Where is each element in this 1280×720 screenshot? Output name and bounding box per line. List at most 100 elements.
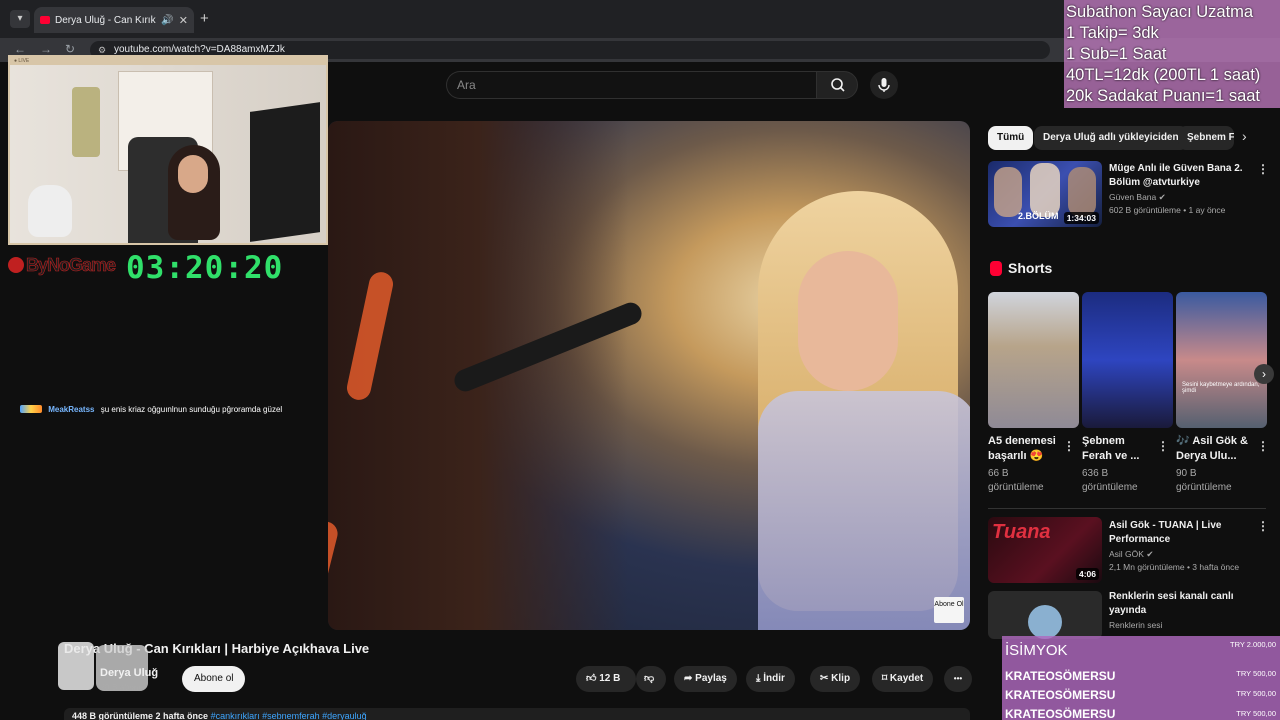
related-title[interactable]: Renklerin sesi kanalı canlı yayında [1109,590,1249,618]
share-label: Paylaş [695,673,727,684]
more-actions-icon[interactable]: ⋮ [1257,519,1269,533]
youtube-favicon-icon [40,16,50,24]
verified-icon: ✔ [1158,192,1166,202]
sponsor-logo: ByNoGame [8,255,116,276]
donation-name: KRATEOSÖMERSU [1005,669,1116,683]
related-title[interactable]: Müge Anlı ile Güven Bana 2. Bölüm @atvtu… [1109,162,1249,190]
short-views: 90 B görüntüleme [1176,468,1232,493]
more-actions-icon[interactable]: ⋮ [1063,439,1075,453]
divider [988,508,1266,509]
chat-username: MeakReatss [48,405,95,414]
short-thumbnail[interactable] [1082,292,1173,428]
donation-amount: TRY 500,00 [1236,689,1276,698]
webcam-cat-sticker [28,185,72,237]
subscribe-watermark[interactable]: Abone Ol [934,597,964,623]
search-button[interactable] [816,71,858,99]
shorts-heading: Shorts [990,260,1052,276]
clip-label: Klip [831,673,851,684]
short-title[interactable]: Şebnem Ferah ve ... [1082,434,1154,464]
chip-from-uploader[interactable]: Derya Uluğ adlı yükleyiciden [1034,126,1188,150]
webcam-dried-flowers [72,87,100,157]
tab-search-icon[interactable]: ▾ [10,10,30,28]
thumb-caption: Tuana [992,521,1051,543]
channel-logo-icon [1028,605,1062,639]
subscriber-count: 20 B abone [100,682,144,692]
hashtags[interactable]: #cankırıkları #sebnemferah #deryauluğ [211,711,367,720]
verified-icon: ✔ [1146,549,1154,559]
singer-face [798,251,898,391]
tab-title: Derya Uluğ - Can Kırıkları | H [55,14,156,26]
short-title[interactable]: A5 denemesi başarılı 😍 [988,434,1060,464]
chips-next-chevron-icon[interactable]: › [1242,128,1247,144]
more-actions-icon[interactable]: ⋮ [1157,439,1169,453]
short-thumbnail[interactable] [988,292,1079,428]
related-meta: 602 B görüntüleme • 1 ay önce [1109,205,1226,215]
chat-badges-icon [20,405,42,413]
related-thumbnail[interactable]: 2.BÖLÜM 1:34:03 [988,161,1102,227]
chip-all[interactable]: Tümü [988,126,1034,150]
related-channel-name: Güven Bana [1109,192,1157,202]
thumb-person [994,167,1022,217]
dislike-button[interactable]: 👎︎ [636,666,666,692]
reload-icon[interactable]: ↻ [65,42,75,56]
description-box[interactable]: 448 B görüntüleme 2 hafta önce #cankırık… [64,708,970,720]
bookmark-icon: ⌑ [882,673,888,684]
save-button[interactable]: ⌑ Kaydet [872,666,934,692]
download-icon: ⤓ [756,673,761,684]
thumb-person [1068,167,1096,217]
duration-badge: 1:34:03 [1063,212,1099,224]
save-label: Kaydet [889,673,924,684]
shorts-next-chevron-icon[interactable]: › [1254,364,1274,384]
subscribe-button[interactable]: Abone ol [182,666,246,692]
related-channel-name: Asil GÖK [1109,549,1144,559]
search-input[interactable]: Ara [446,71,816,99]
donation-amount: TRY 500,00 [1236,669,1276,678]
back-arrow-icon[interactable]: ← [14,42,26,56]
new-tab-button[interactable]: + [200,10,209,27]
chip-sebnem[interactable]: Şebnem F [1178,126,1234,150]
short-views: 66 B görüntüleme [988,468,1044,493]
voice-search-button[interactable] [870,71,898,99]
video-player[interactable]: Abone Ol [328,121,970,630]
duration-badge: 4:06 [1075,568,1099,580]
scissors-icon: ✂ [820,673,829,684]
thumb-person [1030,163,1060,217]
related-channel-name: Renklerin sesi [1109,620,1163,630]
shorts-title: Shorts [1008,260,1053,276]
subathon-line: Subathon Sayacı Uzatma [1066,3,1254,21]
microphone-icon [878,78,890,92]
channel-avatar[interactable] [58,642,94,690]
short-title[interactable]: 🎶 Asil Gök & Derya Ulu... [1176,434,1248,464]
short-views: 636 B görüntüleme [1082,468,1138,493]
tab-close-icon[interactable]: ✕ [179,14,188,27]
short-thumbnail[interactable]: Sesini kaybetmeye ardından, şimdi [1176,292,1267,428]
related-thumbnail[interactable] [988,591,1102,639]
more-actions-icon[interactable]: ⋮ [1257,162,1269,176]
related-title[interactable]: Asil Gök - TUANA | Live Performance [1109,519,1249,547]
subathon-line: 1 Takip= 3dk [1066,24,1159,42]
channel-name[interactable]: Derya Uluğ [100,667,158,679]
more-actions-icon[interactable]: ⋮ [1257,439,1269,453]
related-thumbnail[interactable]: Tuana 4:06 [988,517,1102,583]
like-button[interactable]: 👍︎ 12 B [576,666,636,692]
related-channel: Güven Bana ✔ [1109,191,1166,204]
bynogame-logo-icon [8,257,24,273]
share-button[interactable]: ➦ Paylaş [674,666,737,692]
chat-text: şu enis kriaz oğguınlnun sunduğu pğroram… [100,405,283,414]
donation-name: KRATEOSÖMERSU [1005,688,1116,702]
more-button[interactable]: ••• [944,666,972,692]
subathon-line: 40TL=12dk (200TL 1 saat) [1066,66,1261,84]
browser-tab[interactable]: Derya Uluğ - Can Kırıkları | H 🔊 ✕ [34,7,194,33]
clip-button[interactable]: ✂ Klip [810,666,861,692]
streamer-webcam: ● LIVE [8,55,328,245]
share-icon: ➦ [684,673,693,684]
donation-name: KRATEOSÖMERSU [1005,707,1116,720]
webcam-monitor [250,102,320,242]
related-meta: 2,1 Mn görüntüleme • 3 hafta önce [1109,562,1240,572]
audio-playing-icon[interactable]: 🔊 [161,15,173,26]
thumb-caption: 2.BÖLÜM [1018,211,1059,221]
search-icon [831,78,845,92]
subathon-line: 1 Sub=1 Saat [1066,45,1167,63]
forward-arrow-icon[interactable]: → [40,42,52,56]
download-button[interactable]: ⤓ İndir [746,666,795,692]
